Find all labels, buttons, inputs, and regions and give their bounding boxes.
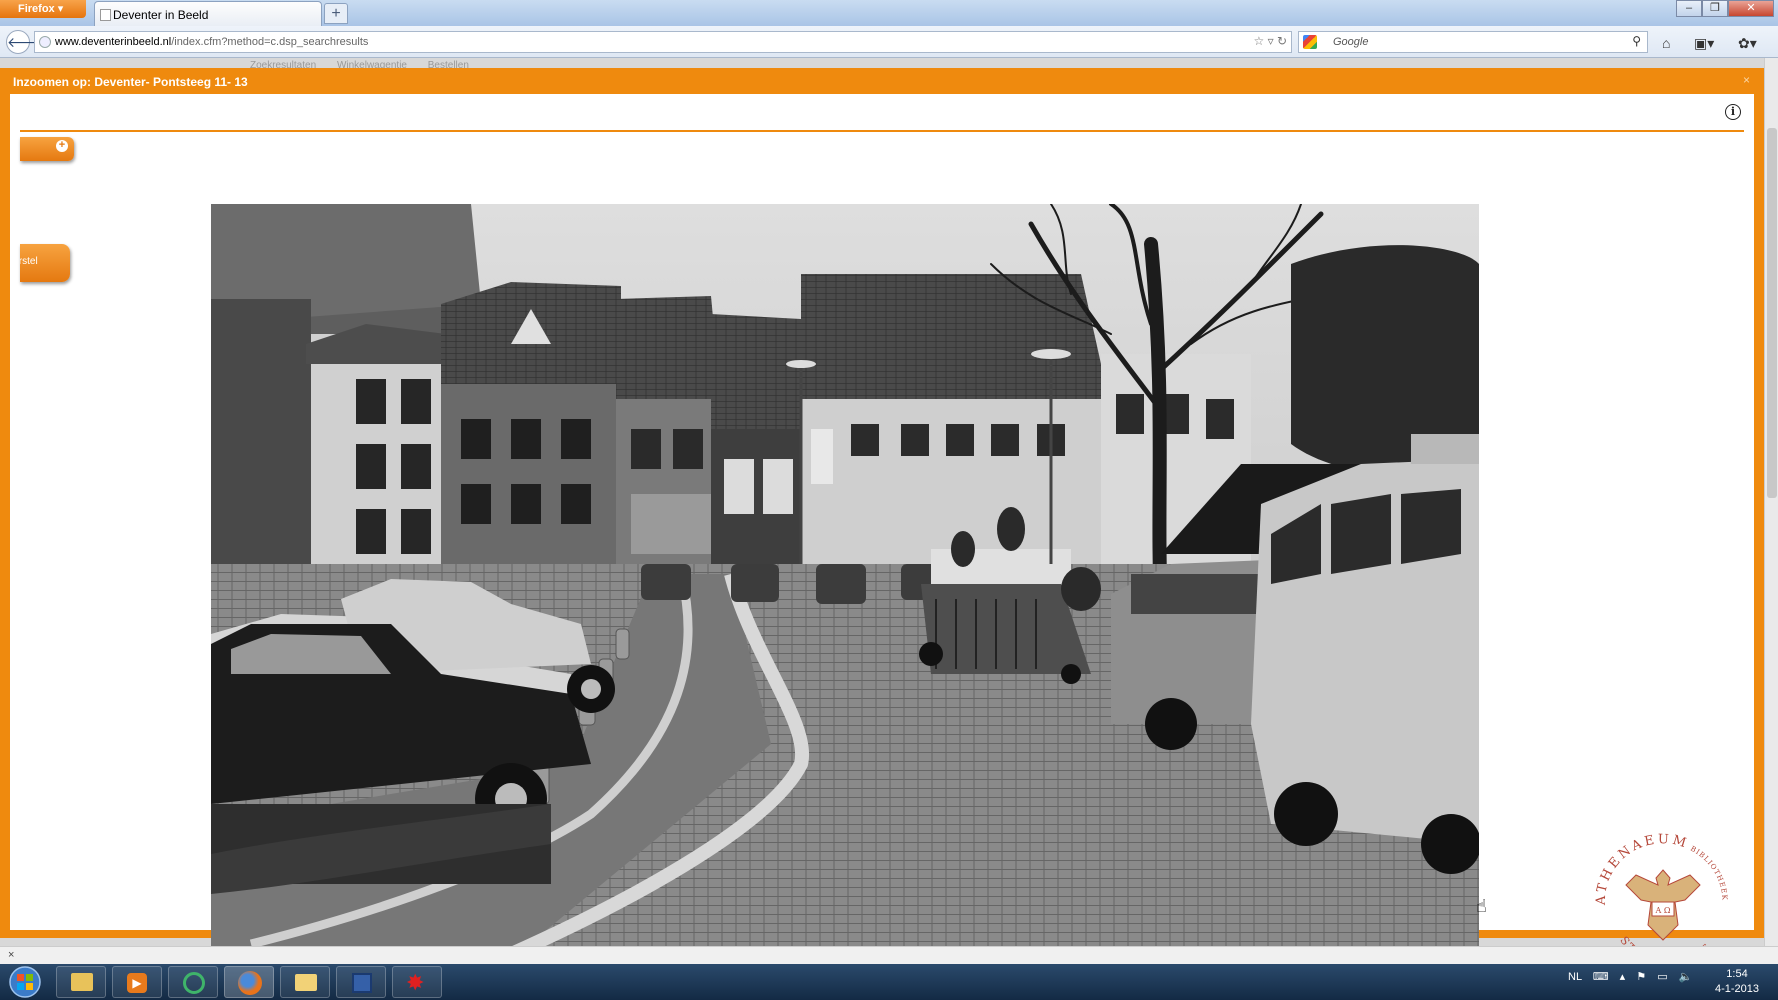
taskbar-media-player[interactable]: ▶: [112, 966, 162, 998]
address-bar[interactable]: www.deventerinbeeld.nl/index.cfm?method=…: [34, 31, 1292, 53]
reload-icon[interactable]: ↻: [1277, 34, 1287, 48]
bookmarks-menu-icon[interactable]: ▣▾: [1694, 35, 1714, 52]
modal-title: Inzoomen op: Deventer- Pontsteeg 11- 13: [13, 75, 248, 89]
back-button[interactable]: 🡐: [6, 30, 45, 54]
clock-time: 1:54: [1726, 968, 1748, 980]
info-icon[interactable]: i: [1725, 104, 1741, 120]
reset-label: Herstel: [20, 256, 38, 267]
floppy-disk-icon: [352, 973, 372, 993]
tab-title: Deventer in Beeld: [113, 8, 209, 22]
splat-icon: ✸: [406, 970, 425, 995]
addon-icon[interactable]: ✿▾: [1738, 35, 1757, 52]
new-tab-button[interactable]: +: [324, 3, 348, 24]
taskbar-app-red[interactable]: ✸: [392, 966, 442, 998]
folder-icon: [71, 973, 93, 991]
windows-taskbar: ▶ ✸ NL ⌨ ▴ ⚑ ▭ 🔈 1:54 4-1-2013: [0, 964, 1778, 1000]
plus-icon: +: [56, 140, 68, 152]
taskbar-explorer[interactable]: [56, 966, 106, 998]
divider: [20, 130, 1744, 132]
scrollbar-thumb[interactable]: [1767, 128, 1777, 498]
swirl-icon: [183, 972, 205, 994]
clock-date: 4-1-2013: [1714, 983, 1760, 995]
modal-close-button[interactable]: ×: [1743, 73, 1750, 87]
reset-button[interactable]: Herstel: [20, 244, 70, 282]
page-icon: [100, 9, 111, 21]
folder-icon: [295, 974, 317, 991]
zoom-in-button[interactable]: +: [20, 137, 74, 161]
close-window-button[interactable]: ✕: [1728, 0, 1774, 17]
search-placeholder: Google: [1333, 36, 1369, 48]
taskbar-firefox[interactable]: [224, 966, 274, 998]
volume-icon[interactable]: 🔈: [1679, 971, 1693, 983]
firefox-menu-button[interactable]: Firefox ▾: [0, 0, 86, 18]
home-icon[interactable]: ⌂: [1662, 35, 1670, 51]
search-input[interactable]: Google ⚲: [1298, 31, 1648, 53]
taskbar-save-app[interactable]: [336, 966, 386, 998]
mouse-cursor-icon: ☝: [1476, 896, 1487, 916]
start-button-icon[interactable]: [4, 965, 46, 999]
browser-titlebar: Firefox ▾ Deventer in Beeld + – ❐ ✕: [0, 0, 1778, 26]
street-scene-illustration: [211, 204, 1479, 976]
maximize-button[interactable]: ❐: [1702, 0, 1728, 17]
seal-letters: A Ω: [1655, 906, 1671, 915]
url-path: /index.cfm?method=c.dsp_searchresults: [171, 36, 369, 48]
network-icon[interactable]: ▭: [1657, 971, 1667, 983]
page-scrollbar[interactable]: [1764, 58, 1778, 946]
historic-photo[interactable]: [211, 204, 1479, 976]
minimize-button[interactable]: –: [1676, 0, 1702, 17]
status-bar: ×: [0, 946, 1778, 964]
bookmark-star-icon[interactable]: ☆: [1253, 34, 1264, 48]
taskbar-app-green[interactable]: [168, 966, 218, 998]
browser-tab[interactable]: Deventer in Beeld: [94, 1, 322, 26]
show-hidden-icons[interactable]: ▴: [1620, 971, 1626, 983]
status-close-icon[interactable]: ×: [8, 949, 14, 961]
system-tray: NL ⌨ ▴ ⚑ ▭ 🔈: [1568, 970, 1692, 983]
zoom-modal: Inzoomen op: Deventer- Pontsteeg 11- 13 …: [0, 68, 1764, 976]
system-clock[interactable]: 1:54 4-1-2013: [1700, 967, 1774, 997]
firefox-menu-label: Firefox: [18, 3, 55, 15]
search-icon[interactable]: ⚲: [1632, 34, 1641, 48]
site-identity-icon[interactable]: [39, 36, 51, 48]
url-domain: www.deventerinbeeld.nl: [55, 36, 172, 48]
google-icon[interactable]: [1303, 35, 1317, 49]
modal-body: i + Herstel: [10, 94, 1754, 976]
keyboard-icon[interactable]: ⌨: [1593, 971, 1609, 983]
play-icon: ▶: [127, 973, 147, 993]
taskbar-folder[interactable]: [280, 966, 330, 998]
dropdown-arrow-icon[interactable]: ▿: [1268, 34, 1274, 48]
flag-icon[interactable]: ⚑: [1636, 971, 1646, 983]
seal-text-right: BIBLIOTHEEK: [1689, 845, 1729, 901]
firefox-icon: [238, 971, 262, 995]
language-indicator[interactable]: NL: [1568, 971, 1582, 983]
navigation-bar: 🡐 www.deventerinbeeld.nl/index.cfm?metho…: [0, 26, 1778, 58]
